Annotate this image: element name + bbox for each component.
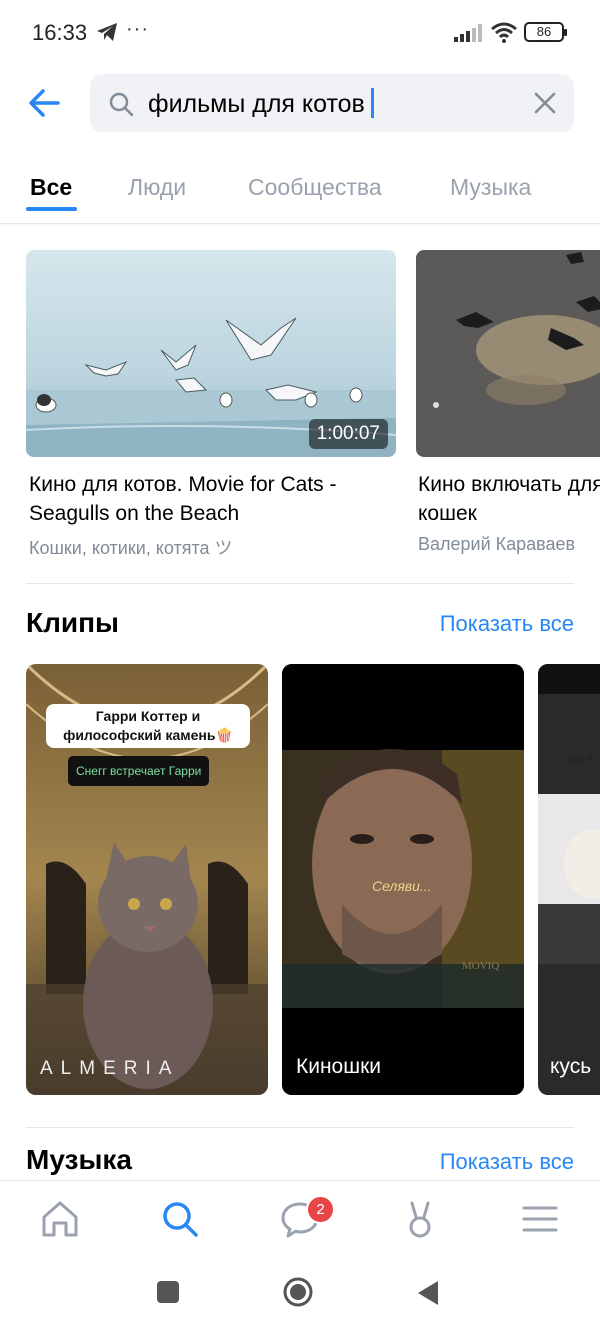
- clip-caption-line1: Гарри Коттер и: [95, 708, 201, 724]
- video-title-line2[interactable]: кошек: [418, 499, 477, 528]
- video-title[interactable]: Кино для котов. Movie for Cats -: [29, 470, 337, 499]
- back-arrow-icon[interactable]: [24, 82, 66, 124]
- back-button-icon[interactable]: [416, 1280, 440, 1306]
- video-card[interactable]: Кино включать для кошек Валерий Караваев: [416, 250, 600, 560]
- clips-show-all-link[interactable]: Показать все: [440, 611, 574, 637]
- video-title-line2[interactable]: Seagulls on the Beach: [29, 499, 239, 528]
- divider: [26, 583, 574, 584]
- more-notifications-icon: ···: [126, 18, 149, 40]
- system-navigation-bar: [0, 1260, 600, 1333]
- status-time: 16:33: [32, 20, 88, 45]
- search-field[interactable]: фильмы для котов: [90, 74, 574, 132]
- clips-section-title: Клипы: [26, 607, 119, 638]
- messages-badge: 2: [306, 1195, 335, 1224]
- bottom-navigation: 2: [0, 1180, 600, 1260]
- tab-music[interactable]: Музыка: [450, 174, 531, 201]
- clip-card[interactable]: Селяви... MOVIQ Киношки: [282, 664, 524, 1095]
- clip-caption: вы п: [570, 753, 593, 765]
- clip-card[interactable]: Гарри Коттер и философский камень🍿 Снегг…: [26, 664, 268, 1095]
- music-section-title: Музыка: [26, 1144, 132, 1175]
- video-author[interactable]: Валерий Караваев: [418, 534, 575, 555]
- video-card[interactable]: 1:00:07 Кино для котов. Movie for Cats -…: [26, 250, 396, 560]
- clip-label: кусь: [550, 1055, 592, 1078]
- clip-thumbnail: [538, 664, 600, 1095]
- video-duration: 1:00:07: [308, 419, 388, 449]
- search-query: фильмы для котов: [148, 90, 365, 118]
- status-bar: 16:33 ··· 86: [0, 0, 600, 66]
- clip-subcaption: Снегг встречает Гарри: [68, 756, 210, 786]
- clear-icon[interactable]: [532, 90, 558, 116]
- video-thumbnail[interactable]: [416, 250, 600, 457]
- battery-icon: 86: [524, 22, 567, 42]
- clips-icon[interactable]: [400, 1199, 440, 1239]
- video-author[interactable]: Кошки, котики, котята ツ: [29, 534, 233, 560]
- tab-all[interactable]: Все: [30, 174, 72, 201]
- recent-apps-icon[interactable]: [156, 1280, 180, 1304]
- clip-caption: Гарри Коттер и философский камень🍿: [46, 704, 250, 748]
- tab-communities[interactable]: Сообщества: [248, 174, 382, 201]
- video-title[interactable]: Кино включать для: [418, 470, 600, 499]
- home-icon[interactable]: [40, 1199, 80, 1239]
- clip-subtitle: Селяви...: [372, 878, 432, 894]
- wifi-icon: [491, 22, 517, 43]
- music-show-all-link[interactable]: Показать все: [440, 1149, 574, 1175]
- divider: [26, 1127, 574, 1128]
- search-input[interactable]: фильмы для котов: [148, 88, 374, 119]
- active-tab-indicator: [26, 207, 77, 211]
- video-thumbnail[interactable]: 1:00:07: [26, 250, 396, 457]
- menu-icon[interactable]: [520, 1199, 560, 1239]
- signal-icon: [454, 24, 482, 42]
- clip-watermark: MOVIQ: [462, 960, 500, 972]
- tab-people[interactable]: Люди: [128, 174, 186, 201]
- clip-caption-line2: философский камень🍿: [63, 727, 233, 743]
- text-cursor: [370, 88, 374, 118]
- telegram-icon: [97, 23, 117, 41]
- home-button-icon[interactable]: [282, 1276, 314, 1308]
- search-icon: [109, 92, 134, 117]
- search-tabs: Все Люди Сообщества Музыка: [0, 160, 600, 224]
- clip-watermark: ALMERIA: [40, 1058, 180, 1079]
- clip-card[interactable]: вы п кусь: [538, 664, 600, 1095]
- search-icon[interactable]: [160, 1199, 200, 1239]
- birds-image: [416, 250, 600, 457]
- clip-label: Киношки: [296, 1055, 382, 1078]
